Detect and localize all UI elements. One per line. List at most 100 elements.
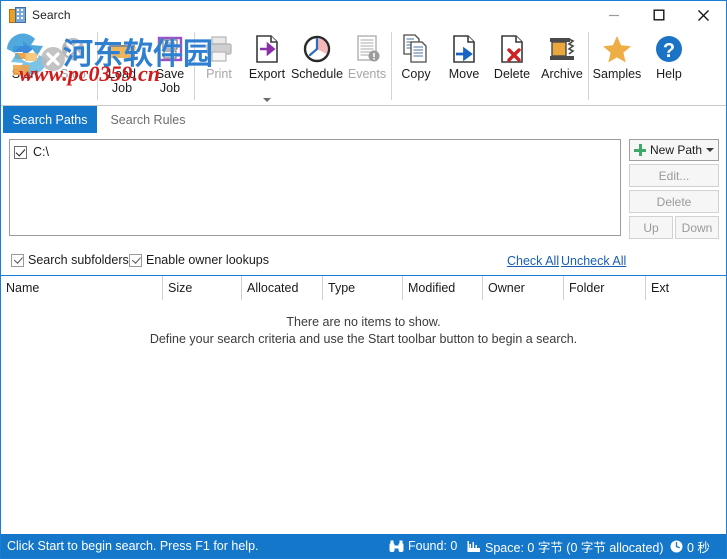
archive-button[interactable]: Archive <box>536 29 588 103</box>
new-path-label: New Path <box>650 143 703 157</box>
enable-owner-lookups-option[interactable]: Enable owner lookups <box>129 253 269 267</box>
export-icon <box>251 33 283 65</box>
tab-strip: Search Paths Search Rules <box>1 106 726 134</box>
column-header-size[interactable]: Size <box>163 276 242 300</box>
empty-state-line2: Define your search criteria and use the … <box>149 332 578 346</box>
empty-state-message: There are no items to show. Define your … <box>1 314 726 348</box>
status-bar: Click Start to begin search. Press F1 fo… <box>1 534 726 558</box>
tab-search-paths[interactable]: Search Paths <box>3 106 97 133</box>
reorder-buttons: Up Down <box>629 216 719 242</box>
column-header-allocated[interactable]: Allocated <box>242 276 323 300</box>
samples-button-label: Samples <box>592 67 642 81</box>
stop-button-label: Stop <box>60 67 86 81</box>
start-button[interactable]: Start <box>1 29 49 103</box>
enable-owner-lookups-checkbox[interactable] <box>129 253 142 267</box>
ruler-icon <box>467 540 481 553</box>
window-controls <box>591 1 726 29</box>
samples-button[interactable]: Samples <box>589 29 645 103</box>
status-message: Click Start to begin search. Press F1 fo… <box>7 539 259 553</box>
start-icon <box>9 33 41 65</box>
help-button[interactable]: ? Help <box>645 29 693 103</box>
move-path-down-button[interactable]: Down <box>675 216 719 239</box>
search-application-window: Search Start Stop Load Job Save Job Prin… <box>0 0 727 559</box>
search-subfolders-option[interactable]: Search subfolders <box>11 253 129 267</box>
column-header-name-label: Name <box>6 281 40 295</box>
export-button[interactable]: Export <box>243 29 291 103</box>
column-header-modified[interactable]: Modified <box>403 276 483 300</box>
search-paths-panel: C:\ New Path Edit... Delete Up Down <box>1 133 726 246</box>
save-disk-icon <box>154 33 186 65</box>
stop-icon <box>57 33 89 65</box>
status-found-section: Found: 0 <box>389 539 457 553</box>
column-header-modified-label: Modified <box>408 281 456 295</box>
save-job-button[interactable]: Save Job <box>146 29 194 103</box>
print-button-label: Print <box>206 67 232 81</box>
column-header-ext[interactable]: Ext <box>646 276 726 300</box>
star-icon <box>601 33 633 65</box>
load-job-label2: Job <box>111 81 133 95</box>
status-time-label: 0 秒 <box>687 540 710 555</box>
edit-path-label: Edit... <box>658 168 690 183</box>
archive-icon <box>546 33 578 65</box>
copy-icon <box>400 33 432 65</box>
status-time-section: 0 秒 <box>670 537 710 556</box>
move-button-label: Move <box>448 67 480 81</box>
schedule-button-label: Schedule <box>290 67 344 81</box>
path-checkbox[interactable] <box>14 145 27 159</box>
status-found-label: Found: 0 <box>408 539 458 553</box>
results-column-headers: Name Size Allocated Type Modified Owner … <box>1 276 726 301</box>
column-header-folder[interactable]: Folder <box>564 276 646 300</box>
chevron-down-icon[interactable] <box>263 98 271 102</box>
clock-icon <box>301 33 333 65</box>
events-icon <box>351 33 383 65</box>
plus-icon <box>634 144 646 156</box>
delete-button-label: Delete <box>493 67 531 81</box>
search-subfolders-checkbox[interactable] <box>11 253 24 267</box>
results-list-body[interactable]: There are no items to show. Define your … <box>1 300 726 534</box>
delete-icon <box>496 33 528 65</box>
close-button[interactable] <box>681 1 726 29</box>
help-button-label: Help <box>656 67 682 81</box>
schedule-button[interactable]: Schedule <box>291 29 343 103</box>
delete-path-button[interactable]: Delete <box>629 190 719 213</box>
list-item[interactable]: C:\ <box>14 143 620 161</box>
move-icon <box>448 33 480 65</box>
check-all-link[interactable]: Check All <box>507 254 559 268</box>
status-space-section: Space: 0 字节 (0 字节 allocated) <box>467 537 664 556</box>
copy-button[interactable]: Copy <box>392 29 440 103</box>
delete-button[interactable]: Delete <box>488 29 536 103</box>
search-paths-list[interactable]: C:\ <box>9 139 621 236</box>
stop-button[interactable]: Stop <box>49 29 97 103</box>
uncheck-all-link[interactable]: Uncheck All <box>561 254 626 268</box>
column-header-allocated-label: Allocated <box>247 281 299 295</box>
column-header-size-label: Size <box>168 281 193 295</box>
archive-button-label: Archive <box>541 67 583 81</box>
column-header-ext-label: Ext <box>651 281 670 295</box>
column-header-owner-label: Owner <box>488 281 525 295</box>
move-path-up-button[interactable]: Up <box>629 216 673 239</box>
chevron-down-icon[interactable] <box>706 148 714 152</box>
path-label: C:\ <box>33 145 49 159</box>
maximize-button[interactable] <box>636 1 681 29</box>
new-path-button[interactable]: New Path <box>629 139 719 161</box>
events-button-label: Events <box>347 67 387 81</box>
minimize-button[interactable] <box>591 1 636 29</box>
edit-path-button[interactable]: Edit... <box>629 164 719 187</box>
help-icon: ? <box>653 33 685 65</box>
load-job-button[interactable]: Load Job <box>98 29 146 103</box>
search-app-icon <box>8 6 26 24</box>
tab-search-paths-label: Search Paths <box>12 112 88 127</box>
events-button[interactable]: Events <box>343 29 391 103</box>
column-header-name[interactable]: Name <box>1 276 163 300</box>
move-button[interactable]: Move <box>440 29 488 103</box>
search-options-row: Search subfolders Enable owner lookups C… <box>1 249 726 276</box>
tab-search-rules[interactable]: Search Rules <box>101 106 195 133</box>
column-header-type[interactable]: Type <box>323 276 403 300</box>
print-button[interactable]: Print <box>195 29 243 103</box>
empty-state-line1: There are no items to show. <box>286 315 441 329</box>
column-header-owner[interactable]: Owner <box>483 276 564 300</box>
search-subfolders-label: Search subfolders <box>28 253 129 267</box>
delete-path-label: Delete <box>656 194 692 209</box>
save-job-label2: Job <box>159 81 181 95</box>
svg-text:?: ? <box>663 40 675 62</box>
